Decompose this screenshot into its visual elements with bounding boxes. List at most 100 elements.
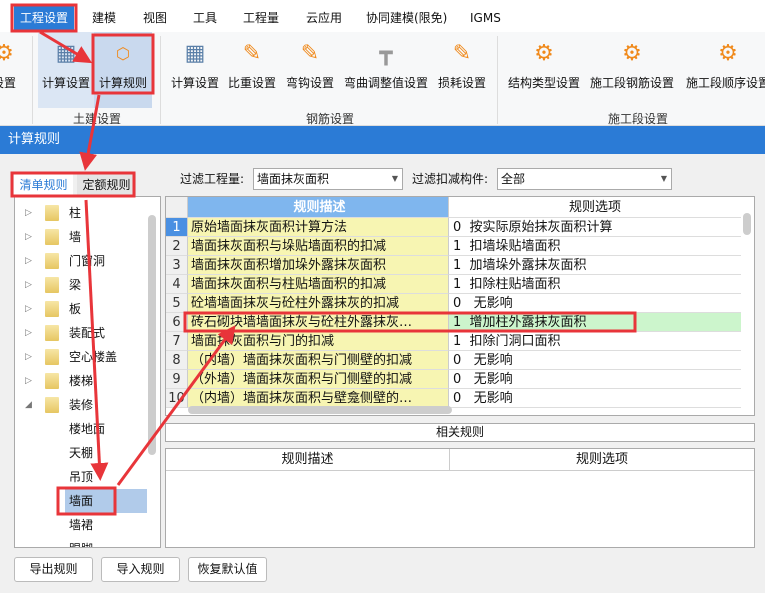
expanded-arrow-icon[interactable]: ◢ bbox=[25, 393, 32, 417]
collapsed-arrow-icon[interactable]: ▷ bbox=[25, 201, 32, 225]
table-row[interactable]: 5 砼墙墙面抹灰与砼柱外露抹灰的扣减 0 无影响 bbox=[166, 294, 741, 313]
menu-tab-view[interactable]: 视图 bbox=[137, 7, 173, 32]
grid-header: 规则描述 规则选项 bbox=[166, 197, 741, 218]
rule-option-cell[interactable]: 0 无影响 bbox=[449, 389, 741, 408]
stage-rebar-settings-button[interactable]: ⚙ 施工段钢筋设置 bbox=[587, 32, 677, 108]
table-row[interactable]: 7 墙面抹灰面积与门的扣减 1 扣除门洞口面积 bbox=[166, 332, 741, 351]
tab-bill-rules[interactable]: 清单规则 bbox=[14, 173, 73, 197]
rule-desc-cell[interactable]: 墙面抹灰面积与门的扣减 bbox=[188, 332, 449, 351]
tree-item[interactable]: 墙面 bbox=[65, 489, 147, 513]
table-row[interactable]: 3 墙面抹灰面积增加垛外露抹灰面积 1 加墙垛外露抹灰面积 bbox=[166, 256, 741, 275]
tree-item[interactable]: 楼地面 bbox=[65, 417, 147, 441]
rule-desc-cell[interactable]: （内墙）墙面抹灰面积与门侧壁的扣减 bbox=[188, 351, 449, 370]
rule-desc-cell[interactable]: 墙面抹灰面积增加垛外露抹灰面积 bbox=[188, 256, 449, 275]
rule-option-cell[interactable]: 0 无影响 bbox=[449, 294, 741, 313]
rule-desc-cell[interactable]: （外墙）墙面抹灰面积与门侧壁的扣减 bbox=[188, 370, 449, 389]
collapsed-arrow-icon[interactable]: ▷ bbox=[25, 369, 32, 393]
tree-folder[interactable]: ◢ 装修 bbox=[15, 393, 147, 417]
tree-item-label: 墙裙 bbox=[69, 518, 94, 532]
loss-settings-button[interactable]: ✎ 损耗设置 bbox=[436, 32, 488, 108]
menu-tab-modeling[interactable]: 建模 bbox=[86, 7, 122, 32]
grid-vscrollbar[interactable] bbox=[743, 213, 751, 235]
header-rule-option[interactable]: 规则选项 bbox=[449, 197, 741, 218]
table-row[interactable]: 2 墙面抹灰面积与垛贴墙面积的扣减 1 扣墙垛贴墙面积 bbox=[166, 237, 741, 256]
table-row[interactable]: 6 砖石砌块墙墙面抹灰与砼柱外露抹灰… 1 增加柱外露抹灰面积 bbox=[166, 313, 741, 332]
tree-item-label: 吊顶 bbox=[69, 470, 94, 484]
tab-quota-rules[interactable]: 定额规则 bbox=[77, 173, 136, 197]
header-rule-desc[interactable]: 规则描述 bbox=[188, 197, 449, 218]
collapsed-arrow-icon[interactable]: ▷ bbox=[25, 249, 32, 273]
rule-desc-cell[interactable]: 墙面抹灰面积与柱贴墙面积的扣减 bbox=[188, 275, 449, 294]
rule-option-cell[interactable]: 1 扣除门洞口面积 bbox=[449, 332, 741, 351]
rule-desc-cell[interactable]: 原始墙面抹灰面积计算方法 bbox=[188, 218, 449, 237]
collapsed-arrow-icon[interactable]: ▷ bbox=[25, 273, 32, 297]
tree-item-label: 踢脚 bbox=[69, 537, 93, 547]
group-label-civil: 土建设置 bbox=[73, 112, 122, 126]
collapsed-arrow-icon[interactable]: ▷ bbox=[25, 345, 32, 369]
tree-item[interactable]: 天棚 bbox=[65, 441, 147, 465]
table-row[interactable]: 8 （内墙）墙面抹灰面积与门侧壁的扣减 0 无影响 bbox=[166, 351, 741, 370]
rule-desc-cell[interactable]: 墙面抹灰面积与垛贴墙面积的扣减 bbox=[188, 237, 449, 256]
tree-folder[interactable]: ▷ 门窗洞 bbox=[15, 249, 147, 273]
menu-tab-collab[interactable]: 协同建模(限免) bbox=[360, 7, 453, 32]
civil-calc-settings-button[interactable]: ▦ 计算设置 bbox=[38, 32, 94, 108]
bend-adjust-settings-button[interactable]: ┳ 弯曲调整值设置 bbox=[341, 32, 431, 108]
table-row[interactable]: 9 （外墙）墙面抹灰面积与门侧壁的扣减 0 无影响 bbox=[166, 370, 741, 389]
pencil-icon: ✎ bbox=[452, 41, 472, 66]
tree-item[interactable]: 踢脚 bbox=[65, 537, 147, 547]
table-row[interactable]: 4 墙面抹灰面积与柱贴墙面积的扣减 1 扣除柱贴墙面积 bbox=[166, 275, 741, 294]
rule-option-cell[interactable]: 0 按实际原始抹灰面积计算 bbox=[449, 218, 741, 237]
calc-rules-button[interactable]: ⬡ 计算规则 bbox=[94, 32, 152, 108]
rule-option-cell[interactable]: 1 扣墙垛贴墙面积 bbox=[449, 237, 741, 256]
structure-type-settings-button[interactable]: ⚙ 结构类型设置 bbox=[505, 32, 583, 108]
menu-tab-project-settings[interactable]: 工程设置 bbox=[14, 5, 75, 32]
ribbon-partial-settings-button[interactable]: ⚙设置 bbox=[0, 32, 24, 108]
related-header-option[interactable]: 规则选项 bbox=[450, 449, 754, 471]
calculator-icon: ▦ bbox=[55, 41, 77, 66]
folder-icon bbox=[45, 373, 59, 389]
rule-option-cell[interactable]: 1 增加柱外露抹灰面积 bbox=[449, 313, 741, 332]
rule-option-cell[interactable]: 0 无影响 bbox=[449, 351, 741, 370]
filter-component-select[interactable]: 全部 ▼ bbox=[497, 168, 672, 190]
menu-tab-quantity[interactable]: 工程量 bbox=[237, 7, 285, 32]
related-rules-bar[interactable]: 相关规则 bbox=[165, 423, 755, 442]
restore-defaults-button[interactable]: 恢复默认值 bbox=[188, 557, 267, 582]
gear-icon: ⚙ bbox=[0, 41, 14, 66]
menu-tab-cloud[interactable]: 云应用 bbox=[300, 7, 348, 32]
tree-folder[interactable]: ▷ 梁 bbox=[15, 273, 147, 297]
collapsed-arrow-icon[interactable]: ▷ bbox=[25, 321, 32, 345]
collapsed-arrow-icon[interactable]: ▷ bbox=[25, 297, 32, 321]
menu-tab-igms[interactable]: IGMS bbox=[464, 7, 507, 32]
menu-tab-tools[interactable]: 工具 bbox=[187, 7, 223, 32]
tree-item[interactable]: 墙裙 bbox=[65, 513, 147, 537]
tree-folder-label: 楼梯 bbox=[69, 374, 94, 388]
table-row[interactable]: 1 原始墙面抹灰面积计算方法 0 按实际原始抹灰面积计算 bbox=[166, 218, 741, 237]
rule-desc-cell[interactable]: 砖石砌块墙墙面抹灰与砼柱外露抹灰… bbox=[188, 313, 449, 332]
tree-folder[interactable]: ▷ 板 bbox=[15, 297, 147, 321]
rule-option-cell[interactable]: 0 无影响 bbox=[449, 370, 741, 389]
tree-folder-label: 梁 bbox=[69, 278, 82, 292]
tree-scrollbar[interactable] bbox=[148, 215, 156, 455]
collapsed-arrow-icon[interactable]: ▷ bbox=[25, 225, 32, 249]
tree-folder-label: 门窗洞 bbox=[69, 254, 106, 268]
tree-item[interactable]: 吊顶 bbox=[65, 465, 147, 489]
tree-folder[interactable]: ▷ 柱 bbox=[15, 201, 147, 225]
grid-hscrollbar[interactable] bbox=[188, 406, 452, 414]
export-rules-button[interactable]: 导出规则 bbox=[14, 557, 93, 582]
related-header-desc[interactable]: 规则描述 bbox=[166, 449, 450, 471]
group-label-rebar: 钢筋设置 bbox=[306, 112, 355, 126]
folder-icon bbox=[45, 397, 59, 413]
rule-option-cell[interactable]: 1 扣除柱贴墙面积 bbox=[449, 275, 741, 294]
rule-option-cell[interactable]: 1 加墙垛外露抹灰面积 bbox=[449, 256, 741, 275]
stage-order-settings-button[interactable]: ⚙ 施工段顺序设置 bbox=[683, 32, 765, 108]
hook-settings-button[interactable]: ✎ 弯钩设置 bbox=[284, 32, 336, 108]
filter-quantity-select[interactable]: 墙面抹灰面积 ▼ bbox=[253, 168, 403, 190]
rebar-calc-settings-button[interactable]: ▦ 计算设置 bbox=[167, 32, 223, 108]
tree-folder[interactable]: ▷ 装配式 bbox=[15, 321, 147, 345]
tree-folder[interactable]: ▷ 墙 bbox=[15, 225, 147, 249]
rule-desc-cell[interactable]: 砼墙墙面抹灰与砼柱外露抹灰的扣减 bbox=[188, 294, 449, 313]
weight-settings-button[interactable]: ✎ 比重设置 bbox=[226, 32, 278, 108]
import-rules-button[interactable]: 导入规则 bbox=[101, 557, 180, 582]
tree-folder[interactable]: ▷ 楼梯 bbox=[15, 369, 147, 393]
tree-folder[interactable]: ▷ 空心楼盖 bbox=[15, 345, 147, 369]
